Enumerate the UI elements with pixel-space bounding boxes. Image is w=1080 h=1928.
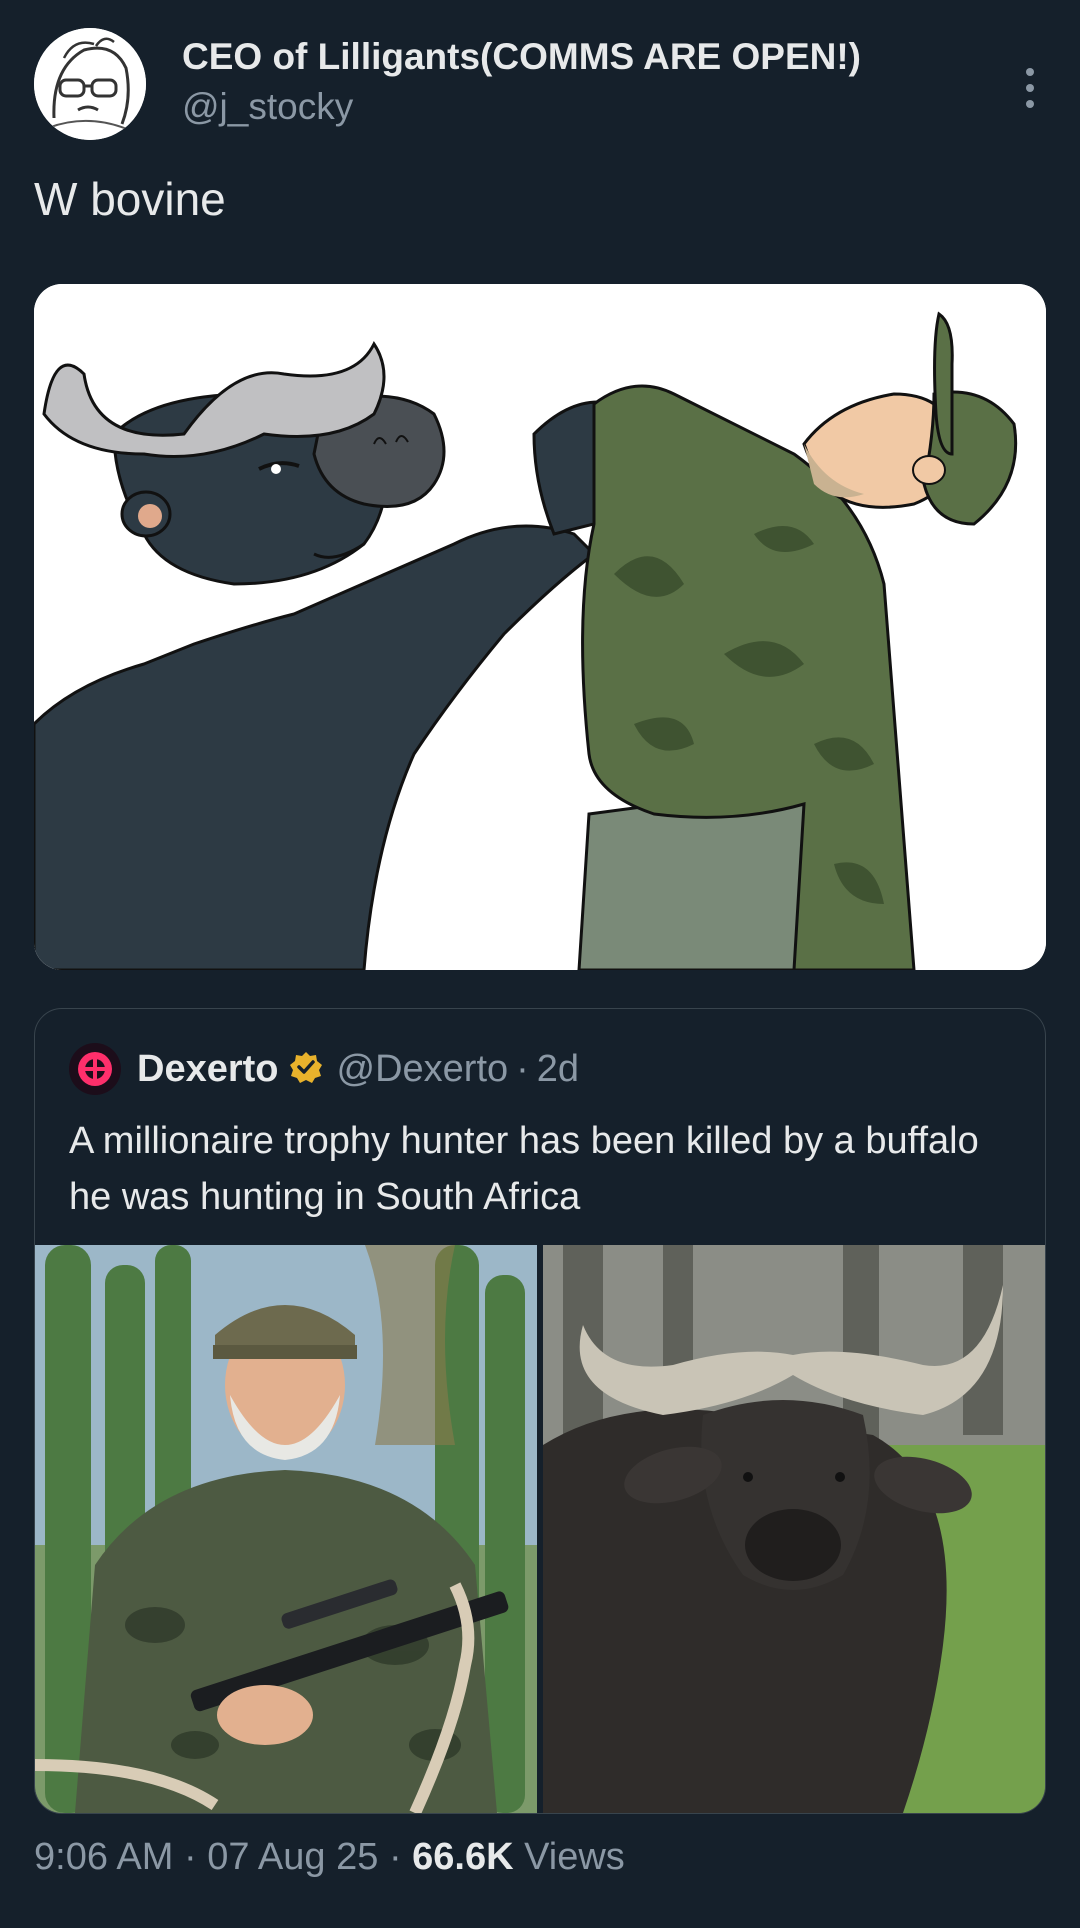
more-options-icon[interactable] xyxy=(1014,56,1046,120)
sketch-avatar-icon xyxy=(34,28,146,140)
cartoon-buffalo-hunter-illustration xyxy=(34,284,1046,970)
author-handle[interactable]: @j_stocky xyxy=(182,86,353,128)
meta-separator: · xyxy=(388,1836,413,1878)
hunter-photo[interactable] xyxy=(35,1245,537,1813)
quoted-tweet-header: Dexerto @Dexerto · 2d xyxy=(69,1043,579,1095)
buffalo-photo[interactable] xyxy=(543,1245,1045,1813)
meta-separator: · xyxy=(183,1836,208,1878)
tweet-footer: 9:06 AM · 07 Aug 25 · 66.6K Views xyxy=(34,1836,625,1879)
tweet-date[interactable]: 07 Aug 25 xyxy=(207,1836,378,1878)
views-label: Views xyxy=(524,1836,625,1878)
views-count[interactable]: 66.6K xyxy=(412,1836,513,1878)
verified-badge-icon xyxy=(289,1050,323,1089)
dexerto-logo-icon[interactable] xyxy=(69,1043,121,1095)
quoted-tweet-age[interactable]: 2d xyxy=(537,1048,579,1091)
quoted-tweet[interactable]: Dexerto @Dexerto · 2d A millionaire trop… xyxy=(34,1008,1046,1814)
buffalo-photo-image xyxy=(543,1245,1045,1813)
quoted-author-handle[interactable]: @Dexerto xyxy=(337,1048,509,1091)
author-display-name[interactable]: CEO of Lilligants(COMMS ARE OPEN!) xyxy=(182,36,861,78)
tweet-header: CEO of Lilligants(COMMS ARE OPEN!) @j_st… xyxy=(34,28,1046,148)
avatar[interactable] xyxy=(34,28,146,140)
tweet-image[interactable] xyxy=(34,284,1046,970)
quoted-author-name[interactable]: Dexerto xyxy=(137,1048,279,1091)
quoted-tweet-text: A millionaire trophy hunter has been kil… xyxy=(69,1120,979,1218)
tweet-text: W bovine xyxy=(34,173,226,225)
tweet-time[interactable]: 9:06 AM xyxy=(34,1836,173,1878)
hunter-photo-image xyxy=(35,1245,537,1813)
meta-separator: · xyxy=(516,1047,529,1090)
